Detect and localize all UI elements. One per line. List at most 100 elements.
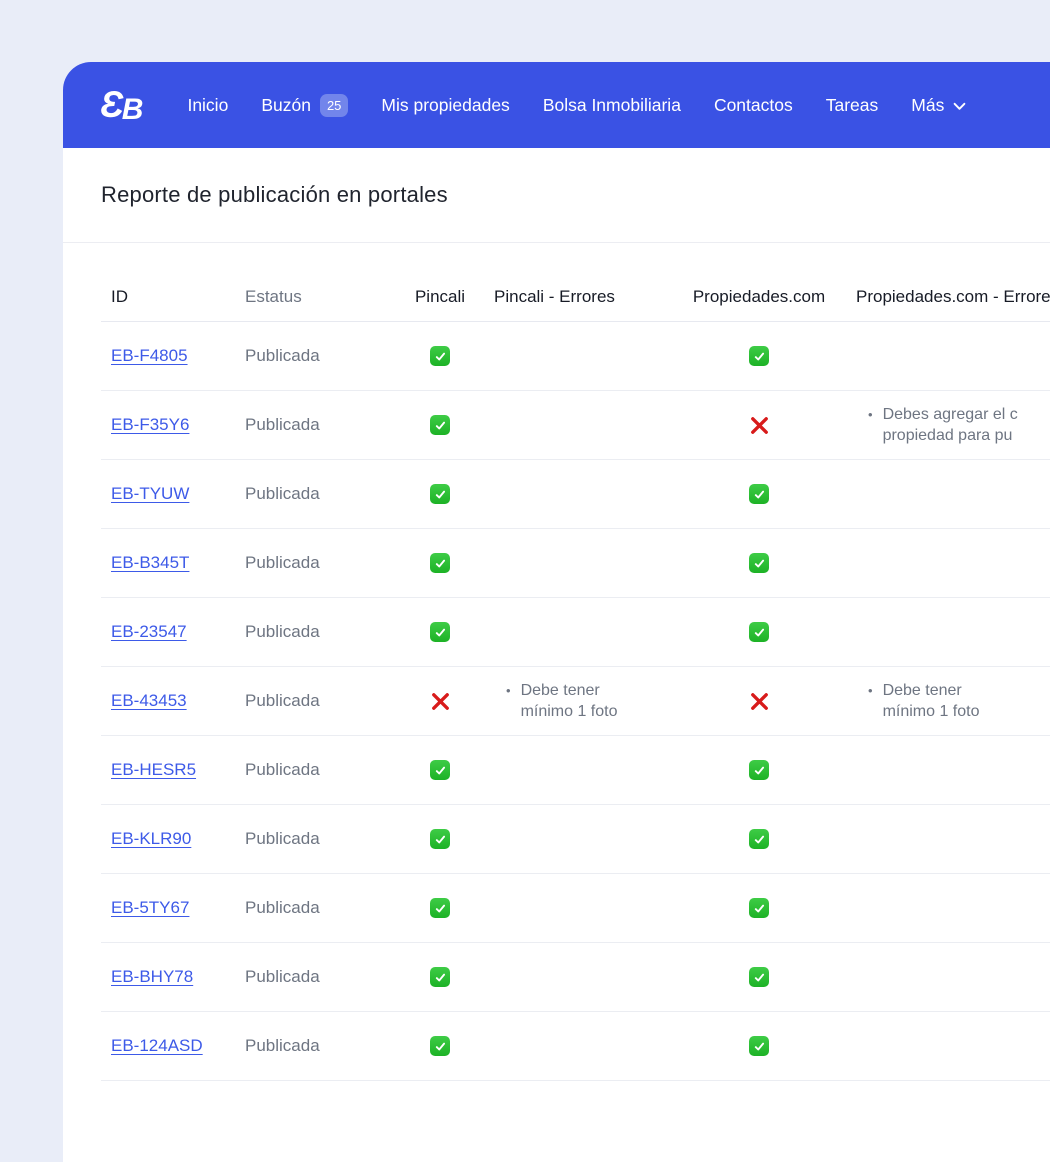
propiedades-status-cell — [668, 622, 835, 642]
check-icon — [749, 553, 769, 573]
top-navbar: Ɛ B Inicio Buzón 25 Mis propiedades Bolsa In… — [63, 62, 1050, 148]
property-id-link[interactable]: EB-124ASD — [111, 1036, 203, 1055]
nav-item-label: Inicio — [187, 95, 228, 116]
status-cell: Publicada — [245, 898, 400, 918]
pincali-status-cell — [400, 622, 480, 642]
table-row: EB-BHY78 Publicada — [101, 943, 1050, 1012]
bullet: • — [868, 404, 873, 446]
column-header-estatus: Estatus — [245, 287, 400, 307]
property-id-link[interactable]: EB-B345T — [111, 553, 189, 572]
pincali-status-cell — [400, 415, 480, 435]
propiedades-errors-cell: •Debe tenermínimo 1 foto — [835, 680, 1050, 722]
column-header-propiedades-com: Propiedades.com — [668, 287, 835, 307]
chevron-down-icon — [953, 102, 966, 111]
table-row: EB-F35Y6Publicada•Debes agregar el cprop… — [101, 391, 1050, 460]
check-icon — [430, 346, 450, 366]
table-row: EB-HESR5 Publicada — [101, 736, 1050, 805]
check-icon — [430, 760, 450, 780]
nav-item-label: Bolsa Inmobiliaria — [543, 95, 681, 116]
column-header-pincali: Pincali — [400, 287, 480, 307]
table-row: EB-F4805 Publicada — [101, 322, 1050, 391]
propiedades-status-cell — [668, 760, 835, 780]
nav-item-label: Mis propiedades — [381, 95, 509, 116]
propiedades-errors-cell: •Debes agregar el cpropiedad para pu — [835, 404, 1050, 446]
column-header-pincali-errores: Pincali - Errores — [480, 287, 668, 307]
column-header-propiedades-com-errores: Propiedades.com - Errores — [835, 287, 1050, 307]
nav-item-mis-propiedades[interactable]: Mis propiedades — [381, 95, 509, 116]
column-header-id: ID — [101, 287, 245, 307]
check-icon — [430, 553, 450, 573]
nav-item-label: Buzón — [261, 95, 311, 116]
propiedades-status-cell — [668, 415, 835, 436]
check-icon — [749, 346, 769, 366]
pincali-status-cell — [400, 967, 480, 987]
status-cell: Publicada — [245, 484, 400, 504]
check-icon — [430, 484, 450, 504]
check-icon — [430, 415, 450, 435]
property-id-link[interactable]: EB-KLR90 — [111, 829, 191, 848]
check-icon — [749, 484, 769, 504]
table-row: EB-23547 Publicada — [101, 598, 1050, 667]
nav-item-mas[interactable]: Más — [911, 95, 966, 116]
cross-icon — [430, 691, 451, 712]
status-cell: Publicada — [245, 1036, 400, 1056]
property-id-link[interactable]: EB-5TY67 — [111, 898, 189, 917]
table-row: EB-TYUW Publicada — [101, 460, 1050, 529]
nav-item-label: Contactos — [714, 95, 793, 116]
error-message: Debe tenermínimo 1 foto — [521, 680, 618, 722]
check-icon — [749, 760, 769, 780]
nav-item-buzon[interactable]: Buzón 25 — [261, 94, 348, 117]
propiedades-status-cell — [668, 346, 835, 366]
error-message: Debe tenermínimo 1 foto — [883, 680, 980, 722]
pincali-status-cell — [400, 553, 480, 573]
status-cell: Publicada — [245, 622, 400, 642]
check-icon — [430, 1036, 450, 1056]
table-row: EB-B345T Publicada — [101, 529, 1050, 598]
propiedades-status-cell — [668, 898, 835, 918]
status-cell: Publicada — [245, 691, 400, 711]
portals-report-table: IDEstatusPincaliPincali - ErroresPropied… — [101, 243, 1050, 1081]
pincali-status-cell — [400, 1036, 480, 1056]
property-id-link[interactable]: EB-F35Y6 — [111, 415, 189, 434]
cross-icon — [749, 691, 770, 712]
propiedades-status-cell — [668, 967, 835, 987]
check-icon — [430, 967, 450, 987]
nav-item-contactos[interactable]: Contactos — [714, 95, 793, 116]
table-row: EB-124ASD Publicada — [101, 1012, 1050, 1081]
nav-item-bolsa-inmobiliaria[interactable]: Bolsa Inmobiliaria — [543, 95, 681, 116]
status-cell: Publicada — [245, 760, 400, 780]
pincali-status-cell — [400, 691, 480, 712]
property-id-link[interactable]: EB-BHY78 — [111, 967, 193, 986]
check-icon — [430, 622, 450, 642]
propiedades-status-cell — [668, 691, 835, 712]
nav-item-inicio[interactable]: Inicio — [187, 95, 228, 116]
property-id-link[interactable]: EB-23547 — [111, 622, 187, 641]
status-cell: Publicada — [245, 346, 400, 366]
bullet: • — [868, 680, 873, 722]
property-id-link[interactable]: EB-TYUW — [111, 484, 189, 503]
pincali-status-cell — [400, 760, 480, 780]
logo-letter-b: B — [122, 95, 142, 125]
nav-item-label: Tareas — [826, 95, 879, 116]
buzon-count-badge: 25 — [320, 94, 348, 117]
nav-menu: Inicio Buzón 25 Mis propiedades Bolsa Inmobi… — [187, 94, 966, 117]
property-id-link[interactable]: EB-43453 — [111, 691, 187, 710]
propiedades-status-cell — [668, 829, 835, 849]
table-row: EB-5TY67 Publicada — [101, 874, 1050, 943]
page-title: Reporte de publicación en portales — [101, 182, 448, 208]
property-id-link[interactable]: EB-F4805 — [111, 346, 188, 365]
check-icon — [749, 1036, 769, 1056]
pincali-errors-cell: •Debe tenermínimo 1 foto — [480, 680, 668, 722]
table-row: EB-KLR90Publicada — [101, 805, 1050, 874]
pincali-status-cell — [400, 346, 480, 366]
pincali-status-cell — [400, 829, 480, 849]
pincali-status-cell — [400, 484, 480, 504]
title-section: Reporte de publicación en portales — [63, 148, 1050, 243]
property-id-link[interactable]: EB-HESR5 — [111, 760, 196, 779]
cross-icon — [749, 415, 770, 436]
status-cell: Publicada — [245, 553, 400, 573]
easybroker-logo[interactable]: Ɛ B — [100, 86, 141, 125]
check-icon — [749, 622, 769, 642]
nav-item-tareas[interactable]: Tareas — [826, 95, 879, 116]
status-cell: Publicada — [245, 967, 400, 987]
